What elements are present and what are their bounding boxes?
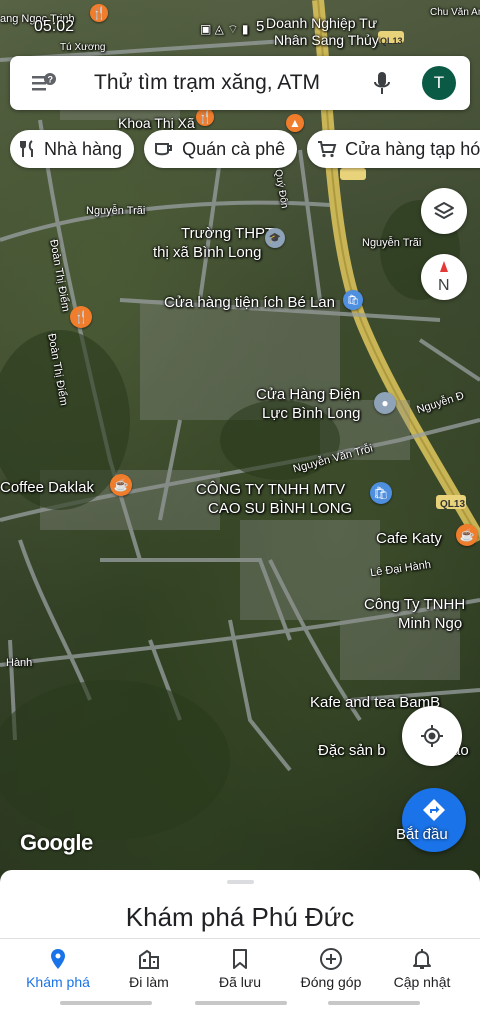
school-marker-icon[interactable]: 🎓 (265, 228, 285, 248)
store-marker-icon[interactable]: 🛍 (370, 482, 392, 504)
layers-icon (434, 202, 454, 219)
sheet-drag-handle[interactable] (227, 880, 254, 884)
gesture-pill (60, 1001, 152, 1005)
coffee-cup-icon (155, 143, 173, 156)
sheet-title: Khám phá Phú Đức (125, 902, 355, 932)
store-marker-icon[interactable]: 🛍 (343, 290, 363, 310)
google-logo: Google (20, 830, 93, 855)
status-time: 05:02 (34, 18, 75, 35)
commute-icon (139, 949, 159, 969)
svg-text:N: N (438, 277, 450, 294)
map-label: Hành (6, 657, 33, 669)
chip-label: Nhà hàng (44, 138, 123, 159)
map-label: CAO SU BÌNH LONG (208, 500, 353, 517)
fork-knife-icon (20, 140, 33, 157)
directions-icon (423, 799, 445, 821)
cafe-marker-icon[interactable]: ☕ (456, 524, 478, 546)
map-label: Lực Bình Long (262, 405, 361, 422)
nav-saved[interactable]: Đã lưu (192, 939, 288, 997)
chip-label: Cửa hàng tạp hóa (345, 138, 480, 159)
bottom-navigation: Khám phá Đi làm Đã lưu Đóng góp Cập nhật (0, 938, 480, 997)
restaurant-marker-icon[interactable]: 🍴 (196, 108, 214, 126)
highway-label: QL13 (440, 499, 466, 510)
menu-help-icon[interactable]: ? (30, 71, 58, 95)
map-label: Công Ty TNHH (364, 596, 466, 613)
system-gesture-bar (0, 996, 480, 1013)
chip-cafes[interactable]: Quán cà phê (144, 130, 298, 168)
bell-icon (413, 949, 431, 969)
cafe-marker-icon[interactable]: ☕ (110, 474, 132, 496)
search-bar[interactable]: ? Thử tìm trạm xăng, ATM T (10, 56, 470, 110)
map-label: Nguyễn Trãi (86, 205, 146, 217)
chip-label: Quán cà phê (182, 138, 286, 159)
map-label: Đặc sản b (318, 742, 386, 759)
svg-text:?: ? (48, 75, 54, 85)
map-label: CÔNG TY TNHH MTV (196, 481, 346, 498)
nav-label: Đóng góp (300, 974, 362, 990)
map-label: Coffee Daklak (0, 479, 94, 496)
layers-button[interactable] (421, 188, 467, 234)
battery-level: 5 (256, 18, 265, 35)
gesture-pill (328, 1001, 420, 1005)
explore-sheet[interactable]: Khám phá Phú Đức (0, 870, 480, 940)
chip-restaurants[interactable]: Nhà hàng (10, 130, 135, 168)
my-location-button[interactable] (402, 706, 462, 766)
nav-contribute[interactable]: Đóng góp (283, 939, 379, 997)
status-bar: 05:02 ▣ ◬ ⌔ ▮ 5 (0, 0, 480, 44)
start-button-label[interactable]: Bắt đầu (396, 826, 448, 843)
account-avatar[interactable]: T (422, 66, 456, 100)
place-marker-icon[interactable]: ● (374, 392, 396, 414)
nav-label: Khám phá (26, 974, 90, 990)
map-label: Minh Ngọ (398, 615, 463, 632)
microphone-icon[interactable] (372, 71, 392, 97)
gesture-pill (195, 1001, 287, 1005)
restaurant-marker-icon[interactable]: 🍴 (70, 306, 92, 328)
status-icons: ▣ ◬ ⌔ ▮ (200, 22, 249, 36)
nav-label: Đã lưu (218, 974, 262, 990)
cart-icon (318, 141, 337, 158)
search-placeholder[interactable]: Thử tìm trạm xăng, ATM (94, 71, 320, 95)
pin-icon (51, 949, 65, 969)
map-label: Nguyễn Trãi (362, 237, 422, 249)
compass-button[interactable]: N (421, 254, 467, 300)
nav-explore[interactable]: Khám phá (10, 939, 106, 997)
category-chips: Nhà hàng Quán cà phê Cửa hàng tạp hóa (10, 130, 480, 168)
nav-label: Cập nhật (393, 974, 451, 990)
crosshair-icon (421, 725, 443, 747)
map-label: thị xã Bình Long (153, 244, 262, 261)
map-label: Cửa hàng tiện ích Bé Lan (164, 294, 335, 311)
add-circle-icon (320, 948, 342, 970)
compass-icon: N (438, 261, 450, 294)
map-label: Cafe Katy (376, 530, 442, 547)
bookmark-icon (233, 949, 247, 969)
map-label: Trường THPT (181, 225, 275, 242)
chip-grocery[interactable]: Cửa hàng tạp hóa (307, 130, 480, 168)
nav-label: Đi làm (129, 974, 169, 990)
nav-updates[interactable]: Cập nhật (374, 939, 470, 997)
nav-commute[interactable]: Đi làm (101, 939, 197, 997)
map-label: Cửa Hàng Điện (256, 386, 361, 403)
